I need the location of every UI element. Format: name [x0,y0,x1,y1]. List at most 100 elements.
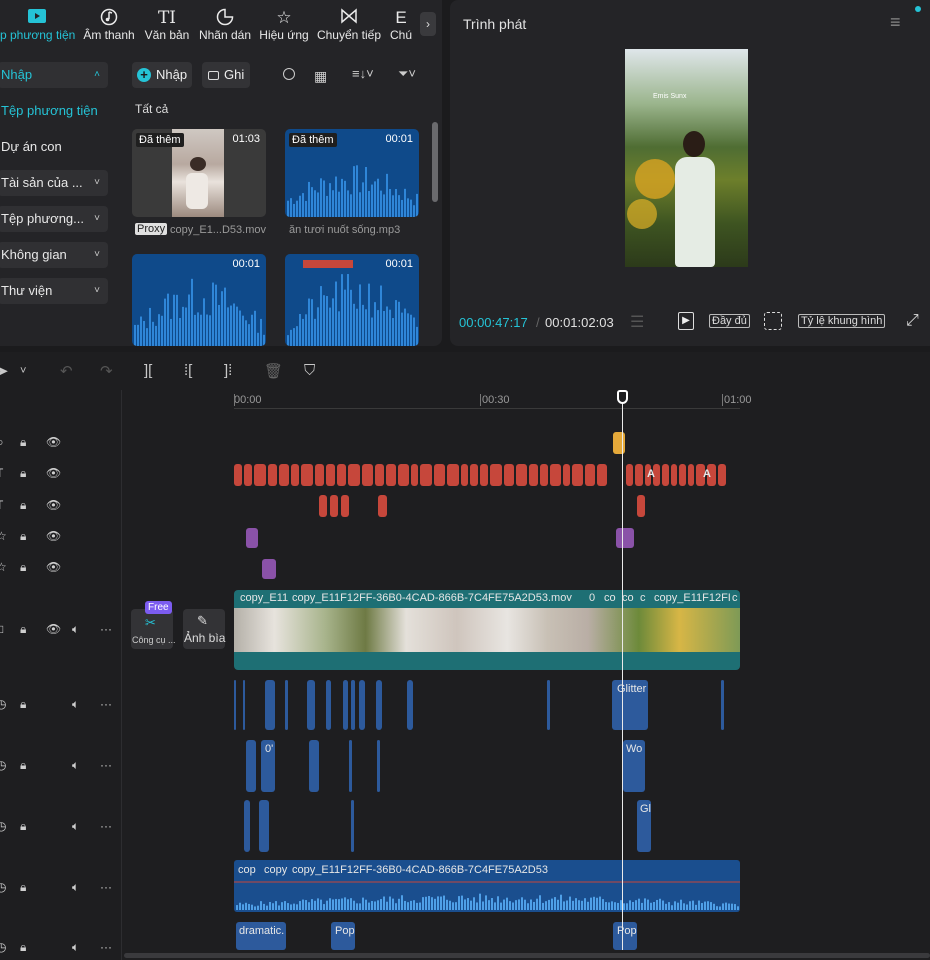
text-clip[interactable] [662,464,669,486]
quality-full-button[interactable]: Đầy đủ [709,314,750,328]
text-clip[interactable] [516,464,527,486]
audio-clip[interactable] [244,800,250,852]
video-clip-label[interactable]: co [604,592,616,604]
video-clip-label[interactable]: co [622,592,634,604]
sidebar-item-spaces[interactable]: Không gian ˅ [0,242,108,268]
text-clip[interactable] [718,464,726,486]
audio-clip[interactable] [407,680,413,730]
text-clip[interactable] [504,464,514,486]
search-icon[interactable] [283,68,295,80]
audio-clip[interactable] [265,680,275,730]
text-clip[interactable] [386,464,396,486]
text-clip[interactable] [279,464,289,486]
audio-clip[interactable] [307,680,315,730]
sidebar-item-assets[interactable]: Tài sản của ... ˅ [0,170,108,196]
text-clip[interactable] [550,464,561,486]
text-clip[interactable] [398,464,409,486]
text-clip[interactable] [326,464,335,486]
text-clip[interactable] [337,464,346,486]
text-clip[interactable] [637,495,645,517]
text-clip[interactable] [375,464,384,486]
tab-text[interactable]: TI Văn bản [144,8,190,42]
fullscreen-icon[interactable]: ⤢ [906,312,919,330]
sidebar-item-subprojects[interactable]: Dự án con [0,134,108,160]
text-clip[interactable] [671,464,677,486]
text-clip[interactable] [420,464,432,486]
audio-clip[interactable] [343,680,348,730]
audio-clip[interactable] [309,740,319,792]
text-clip[interactable] [301,464,313,486]
text-clip[interactable] [597,464,607,486]
audio-clip[interactable] [547,680,550,730]
audio-clip[interactable] [351,800,354,852]
text-clip[interactable] [254,464,266,486]
audio-clip-label[interactable]: cop [238,864,256,876]
tab-media[interactable]: p phương tiện [0,8,75,42]
audio-clip[interactable] [243,680,245,730]
text-clip[interactable] [319,495,327,517]
timeline-bars-icon[interactable]: ☰ [630,312,644,332]
text-clip[interactable] [315,464,324,486]
tab-audio[interactable]: Âm thanh [82,8,136,42]
audio-clip-label[interactable]: copy [264,864,287,876]
video-clip-label[interactable]: c [640,592,646,604]
video-clip-label[interactable]: c [732,592,738,604]
media-scrollbar[interactable] [432,122,438,202]
text-clip[interactable] [572,464,583,486]
audio-clip[interactable] [234,680,236,730]
text-clip[interactable] [434,464,445,486]
sidebar-item-media-files-2[interactable]: Tệp phương... ˅ [0,206,108,232]
text-clip[interactable] [626,464,633,486]
text-clip[interactable] [563,464,570,486]
text-clip[interactable] [529,464,538,486]
audio-clip[interactable] [377,740,380,792]
audio-clip[interactable] [721,680,724,730]
sticker-clip[interactable] [246,528,258,548]
audio-clip[interactable] [285,680,288,730]
playhead-handle[interactable] [617,390,628,404]
text-clip[interactable] [268,464,277,486]
tab-stickers[interactable]: Nhãn dán [198,8,252,42]
grid-view-icon[interactable]: ▦ [314,68,327,85]
text-clip[interactable] [330,495,338,517]
audio-clip[interactable] [376,680,382,730]
media-card-audio[interactable]: Đã thêm 00:01 [285,129,419,217]
video-clip-label[interactable]: copy_E11F12FI [654,592,731,604]
text-clip[interactable] [348,464,360,486]
audio-clip-label[interactable]: copy_E11F12FF-36B0-4CAD-866B-7C4FE75A2D5… [292,864,548,876]
video-clip-label[interactable]: 0 [589,592,595,604]
text-clip[interactable] [688,464,694,486]
tabs-scroll-right-button[interactable]: › [420,12,436,36]
audio-clip[interactable] [359,680,365,730]
audio-clip[interactable] [349,740,352,792]
text-clip[interactable] [378,495,387,517]
marker-clip[interactable] [613,432,625,454]
video-clip-label[interactable]: copy_E11F12FF-36B0-4CAD-866B-7C4FE75A2D5… [292,592,572,604]
text-clip[interactable] [540,464,548,486]
text-clip[interactable] [234,464,242,486]
sidebar-item-import[interactable]: Nhập ˄ [0,62,108,88]
sidebar-item-media-files[interactable]: Tệp phương tiện [0,98,108,124]
horizontal-scrollbar[interactable] [124,953,930,958]
text-clip[interactable] [362,464,373,486]
audio-clip[interactable] [259,800,269,852]
text-clip[interactable] [244,464,252,486]
sticker-clip[interactable] [262,559,276,579]
tab-transitions[interactable]: Chuyển tiếp [316,8,382,42]
text-clip[interactable] [291,464,299,486]
video-clip-label[interactable]: copy_E11 [240,592,288,604]
text-clip[interactable] [461,464,468,486]
record-button[interactable]: Ghi [202,62,250,88]
import-button[interactable]: + Nhập [132,62,192,88]
media-card-video[interactable]: Đã thêm 01:03 [132,129,266,217]
menu-icon[interactable]: ≡ [890,12,901,33]
text-clip[interactable] [470,464,478,486]
text-clip[interactable] [585,464,595,486]
sort-icon[interactable]: ≡↓˅ [352,66,374,81]
playhead[interactable] [622,390,623,950]
sticker-clip[interactable] [616,528,634,548]
audio-clip[interactable] [351,680,355,730]
snapshot-icon[interactable] [764,312,782,330]
media-card-audio-2[interactable]: 00:01 [132,254,266,346]
media-card-audio-3[interactable]: 00:01 [285,254,419,346]
